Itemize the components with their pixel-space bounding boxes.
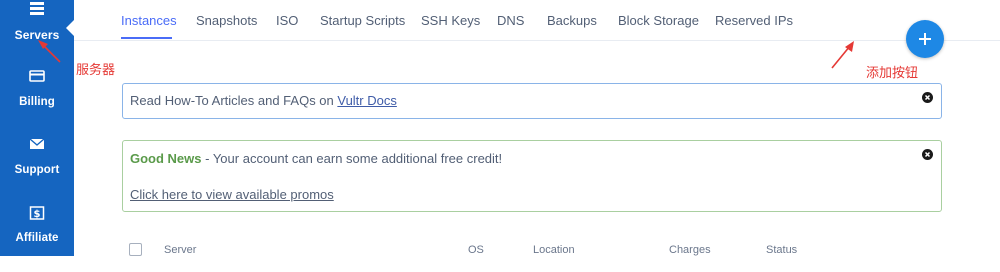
tab-instances[interactable]: Instances bbox=[121, 13, 177, 28]
tab-startup-scripts[interactable]: Startup Scripts bbox=[320, 13, 405, 28]
select-all-checkbox[interactable] bbox=[129, 243, 142, 256]
column-server[interactable]: Server bbox=[164, 244, 196, 256]
tab-iso[interactable]: ISO bbox=[276, 13, 298, 28]
billing-icon bbox=[0, 70, 74, 90]
tab-bar: Instances Snapshots ISO Startup Scripts … bbox=[74, 0, 1000, 41]
close-icon[interactable] bbox=[922, 149, 933, 160]
arrow-to-add-button bbox=[831, 41, 854, 69]
promo-message: - Your account can earn some additional … bbox=[201, 151, 503, 166]
column-os[interactable]: OS bbox=[468, 244, 484, 256]
annotation-servers: 服务器 bbox=[76, 62, 116, 77]
sidebar-item-servers[interactable]: Servers bbox=[0, 2, 74, 68]
column-location[interactable]: Location bbox=[533, 244, 575, 256]
column-status[interactable]: Status bbox=[766, 244, 797, 256]
servers-icon bbox=[0, 2, 74, 22]
active-indicator bbox=[66, 20, 74, 36]
sidebar: Servers Billing Support $ Affiliate bbox=[0, 0, 74, 256]
promo-notice: Good News - Your account can earn some a… bbox=[122, 140, 942, 212]
sidebar-item-label: Affiliate bbox=[15, 232, 59, 244]
docs-notice: Read How-To Articles and FAQs on Vultr D… bbox=[122, 83, 942, 119]
active-tab-underline bbox=[121, 37, 172, 39]
view-promos-link[interactable]: Click here to view available promos bbox=[130, 187, 334, 202]
sidebar-item-label: Billing bbox=[19, 96, 55, 108]
affiliate-icon: $ bbox=[0, 206, 74, 226]
docs-notice-prefix: Read How-To Articles and FAQs on bbox=[130, 93, 338, 108]
close-icon[interactable] bbox=[922, 92, 933, 103]
tab-ssh-keys[interactable]: SSH Keys bbox=[421, 13, 480, 28]
sidebar-item-affiliate[interactable]: $ Affiliate bbox=[0, 206, 74, 272]
sidebar-item-billing[interactable]: Billing bbox=[0, 70, 74, 136]
sidebar-item-support[interactable]: Support bbox=[0, 138, 74, 204]
docs-notice-text: Read How-To Articles and FAQs on Vultr D… bbox=[130, 93, 397, 108]
annotation-add-button: 添加按钮 bbox=[866, 65, 919, 80]
tab-snapshots[interactable]: Snapshots bbox=[196, 13, 257, 28]
good-news-label: Good News bbox=[130, 151, 202, 166]
column-charges[interactable]: Charges bbox=[669, 244, 711, 256]
add-server-button[interactable] bbox=[906, 20, 944, 58]
svg-text:$: $ bbox=[34, 209, 41, 220]
support-icon bbox=[0, 138, 74, 158]
tab-block-storage[interactable]: Block Storage bbox=[618, 13, 699, 28]
vultr-docs-link[interactable]: Vultr Docs bbox=[337, 93, 396, 108]
sidebar-item-label: Support bbox=[14, 164, 60, 176]
tab-dns[interactable]: DNS bbox=[497, 13, 524, 28]
tab-backups[interactable]: Backups bbox=[547, 13, 597, 28]
promo-notice-text: Good News - Your account can earn some a… bbox=[130, 151, 502, 166]
sidebar-item-label: Servers bbox=[14, 28, 60, 42]
tab-reserved-ips[interactable]: Reserved IPs bbox=[715, 13, 793, 28]
